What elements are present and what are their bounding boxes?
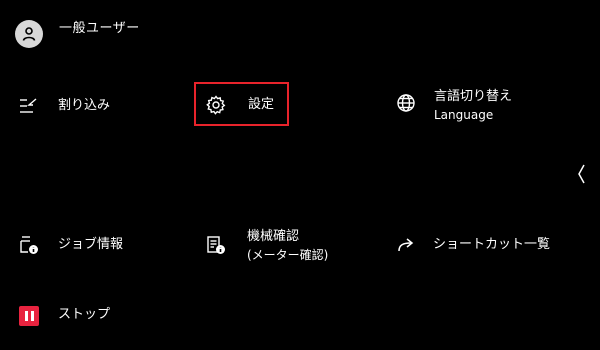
- globe-icon: [395, 92, 417, 114]
- job-info-label: ジョブ情報: [58, 237, 124, 252]
- language-button[interactable]: 言語切り替え Language: [395, 88, 512, 124]
- interrupt-icon: [18, 95, 40, 117]
- machine-check-button[interactable]: 機械確認 (メーター確認): [205, 228, 328, 264]
- shortcut-list-button[interactable]: ショートカット一覧: [395, 234, 550, 256]
- language-label: 言語切り替え: [434, 89, 513, 104]
- shortcut-arrow-icon: [395, 234, 417, 256]
- panel-collapse-chevron-icon[interactable]: [575, 162, 589, 186]
- interrupt-button[interactable]: 割り込み: [18, 95, 110, 117]
- machine-check-icon: [205, 234, 227, 256]
- shortcut-list-label: ショートカット一覧: [433, 237, 551, 252]
- gear-icon: [205, 94, 227, 116]
- stop-label: ストップ: [58, 307, 111, 322]
- machine-check-sublabel: (メーター確認): [247, 248, 329, 262]
- stop-icon: [19, 306, 39, 326]
- interrupt-label: 割り込み: [58, 98, 111, 113]
- job-info-button[interactable]: ジョブ情報: [18, 234, 123, 256]
- stop-button[interactable]: ストップ: [18, 305, 110, 327]
- machine-check-label: 機械確認: [247, 229, 300, 244]
- language-sublabel: Language: [434, 108, 494, 122]
- person-icon: [15, 20, 43, 48]
- user-name: 一般ユーザー: [59, 21, 140, 36]
- settings-label: 設定: [248, 97, 275, 112]
- job-info-icon: [18, 234, 40, 256]
- user-account[interactable]: [15, 20, 43, 48]
- settings-button[interactable]: 設定: [205, 94, 274, 116]
